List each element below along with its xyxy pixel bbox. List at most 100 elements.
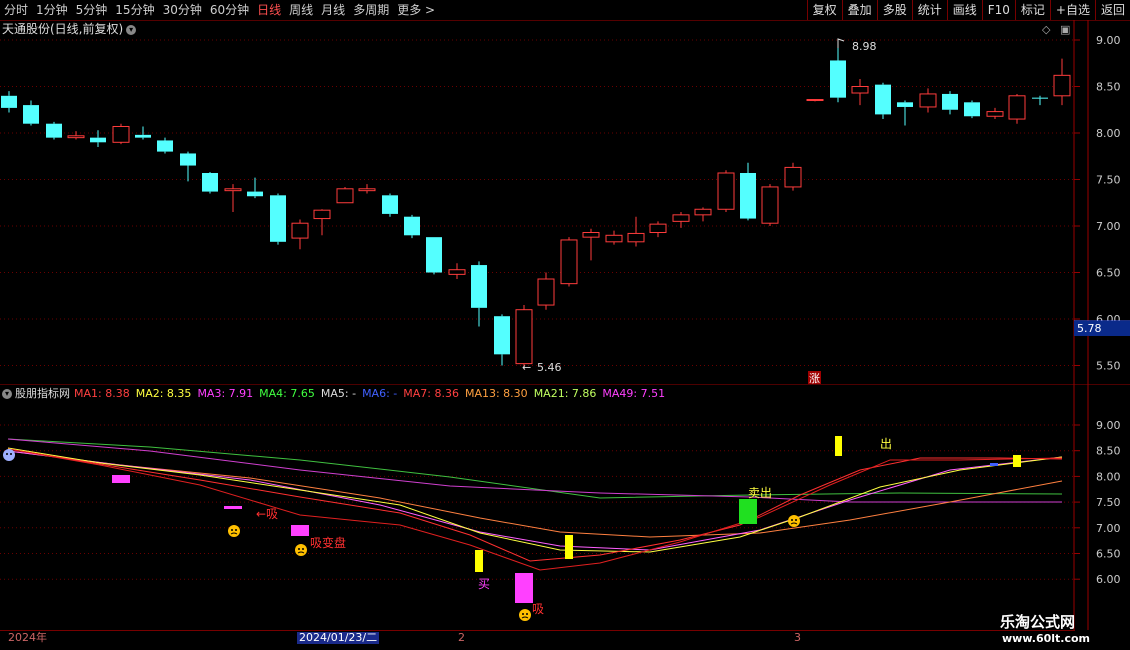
watermark-url: www.60lt.com: [1002, 632, 1091, 645]
signal-bar: [835, 436, 842, 456]
ma7-line: [7, 448, 1063, 571]
candle: [67, 131, 85, 140]
xi-label-2: 吸变盘: [310, 535, 346, 550]
ma-lines: [7, 438, 1063, 571]
face-icon: [788, 515, 800, 527]
xi-label-3: 吸: [532, 602, 544, 616]
candle: [851, 79, 869, 106]
price-tick-label: 7.00: [1096, 220, 1121, 233]
candle: [830, 41, 846, 103]
indicator-tick-label: 8.00: [1096, 470, 1121, 483]
svg-text:←: ←: [522, 361, 531, 374]
indicator-face-icon: [3, 449, 15, 461]
watermark-title: 乐淘公式网: [1000, 613, 1076, 631]
signal-bar: [291, 525, 309, 536]
signal-bar: [565, 535, 573, 559]
candle: [806, 99, 824, 102]
candle: [224, 184, 242, 213]
signal-bar: [515, 573, 533, 603]
candles: [1, 41, 1071, 370]
candle: [717, 170, 735, 213]
candle: [202, 172, 218, 194]
candle: [404, 214, 420, 239]
candle: [1053, 58, 1071, 106]
candle: [784, 162, 802, 191]
indicator-chart[interactable]: 9.008.508.007.507.006.506.00 ← 吸吸变盘买吸卖出出: [0, 385, 1130, 630]
indicator-tick-label: 7.00: [1096, 522, 1121, 535]
candle: [1008, 93, 1026, 124]
signal-marks: ← 吸吸变盘买吸卖出出: [3, 436, 1021, 621]
low-price-marker: ← 5.46: [522, 361, 562, 374]
signal-bar: [990, 463, 998, 466]
candle: [515, 305, 533, 370]
price-tick-label: 7.50: [1096, 174, 1121, 187]
candle: [919, 88, 937, 113]
candle: [180, 151, 196, 182]
signal-bar: [1013, 455, 1021, 467]
signal-bar: [112, 475, 130, 483]
indicator-tick-label: 6.00: [1096, 573, 1121, 586]
candlestick-chart[interactable]: 9.008.508.007.507.006.506.005.50 8.98 ← …: [0, 0, 1130, 385]
candle: [313, 209, 331, 236]
candle: [649, 221, 667, 238]
candle: [291, 219, 309, 250]
current-price-badge: 5.78: [1074, 321, 1130, 336]
candle: [582, 228, 600, 261]
candle: [382, 193, 398, 217]
indicator-tick-label: 6.50: [1096, 548, 1121, 561]
candle: [448, 263, 466, 280]
month-2-label: 2: [458, 631, 465, 644]
sell-label-2: 出: [880, 437, 892, 451]
candle: [46, 121, 62, 140]
price-grid: [0, 39, 1074, 366]
candle: [605, 230, 623, 245]
signal-bar: [739, 499, 757, 524]
indicator-tick-label: 9.00: [1096, 419, 1121, 432]
buy-label: 买: [478, 577, 490, 591]
date-axis-bar: 2024年 2024/01/23/二 2 3: [0, 630, 1075, 645]
indicator-tick-label: 8.50: [1096, 445, 1121, 458]
ma13-line: [7, 450, 1063, 538]
candle: [672, 212, 690, 228]
price-tick-label: 9.00: [1096, 34, 1121, 47]
face-icon: [519, 609, 531, 621]
candle: [537, 272, 555, 310]
sell-label-1: 卖出: [748, 486, 772, 500]
candle: [270, 193, 286, 245]
indicator-tick-label: 7.50: [1096, 496, 1121, 509]
candle: [761, 184, 779, 226]
face-icon: [228, 525, 240, 537]
candle: [694, 207, 712, 222]
signal-bar: [475, 550, 483, 572]
limit-up-badge-text: 涨: [809, 372, 820, 385]
high-price-marker: 8.98: [837, 38, 877, 53]
month-3-label: 3: [794, 631, 801, 644]
ma2-line: [7, 447, 1063, 553]
signal-bar: [224, 506, 242, 509]
ma-a-line: [7, 450, 1063, 551]
year-label: 2024年: [8, 631, 47, 644]
xi-label-1: 吸: [266, 507, 278, 521]
price-tick-label: 6.50: [1096, 267, 1121, 280]
candle: [494, 314, 510, 366]
candle: [1, 91, 17, 113]
candle: [560, 237, 578, 287]
face-icon: [295, 544, 307, 556]
candle: [986, 107, 1004, 120]
svg-text:8.98: 8.98: [852, 40, 877, 53]
candle: [964, 100, 980, 119]
price-tick-label: 5.50: [1096, 360, 1121, 373]
price-tick-label: 8.00: [1096, 127, 1121, 140]
candle: [247, 177, 263, 199]
svg-text:5.46: 5.46: [537, 361, 562, 374]
candle: [627, 216, 645, 247]
arrow-icon: ←: [256, 507, 266, 521]
indicator-axis: 9.00 8.50 8.00 7.50 7.00 6.50 6.00: [1074, 419, 1121, 586]
candle: [336, 186, 354, 204]
candle: [740, 162, 756, 221]
candle: [471, 261, 487, 327]
candle: [942, 91, 958, 115]
selected-date[interactable]: 2024/01/23/二: [297, 632, 380, 644]
candle: [23, 100, 39, 126]
candle: [426, 237, 442, 275]
